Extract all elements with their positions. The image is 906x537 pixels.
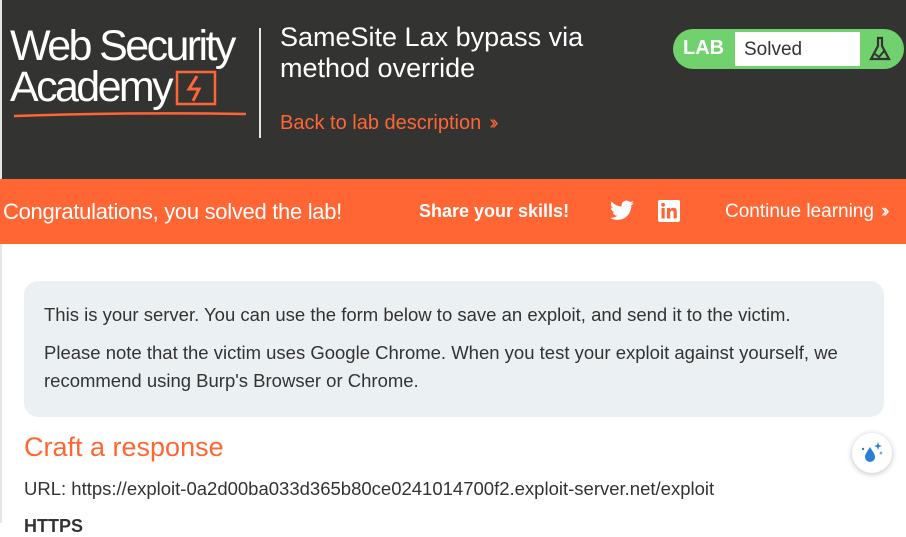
sparkle-drop-icon [861,442,883,462]
web-security-academy-logo[interactable]: Web Security Academy [10,22,254,118]
logo-line-2: Academy [10,63,174,111]
info-box: This is your server. You can use the for… [24,281,884,417]
lab-status-widget: LAB Solved [673,29,904,69]
info-paragraph-2: Please note that the victim uses Google … [44,342,838,391]
chevron-right-icon: ›› [880,201,889,222]
header-divider [259,28,261,138]
back-to-description-link[interactable]: Back to lab description ›› [280,112,499,135]
linkedin-icon[interactable] [658,200,680,227]
solved-banner: Congratulations, you solved the lab! Sha… [0,179,906,244]
lab-status-label: LAB [683,37,725,59]
back-link-label: Back to lab description [280,112,482,134]
exploit-server-content: This is your server. You can use the for… [0,244,906,536]
chevron-right-icon: ›› [489,112,499,134]
browser-extension-button[interactable] [852,433,892,473]
continue-learning-link[interactable]: Continue learning ›› [725,201,889,223]
lab-header: Web Security Academy SameSite Lax bypass… [0,0,906,179]
continue-learning-label: Continue learning [725,201,874,222]
craft-response-heading: Craft a response [24,432,224,462]
lab-status-value: Solved [735,32,860,66]
logo-underline [14,112,247,118]
lightning-bolt-icon [175,70,217,105]
logo-line-1: Web Security [10,22,236,70]
https-label: HTTPS [24,516,84,536]
congratulations-message: Congratulations, you solved the lab! [3,199,342,224]
twitter-icon[interactable] [609,200,635,227]
flask-icon [861,32,899,66]
lab-title: SameSite Lax bypass via method override [280,22,584,83]
share-skills-label: Share your skills! [419,201,570,221]
exploit-url: URL: https://exploit-0a2d00ba033d365b80c… [24,478,715,499]
info-paragraph-1: This is your server. You can use the for… [44,304,791,325]
